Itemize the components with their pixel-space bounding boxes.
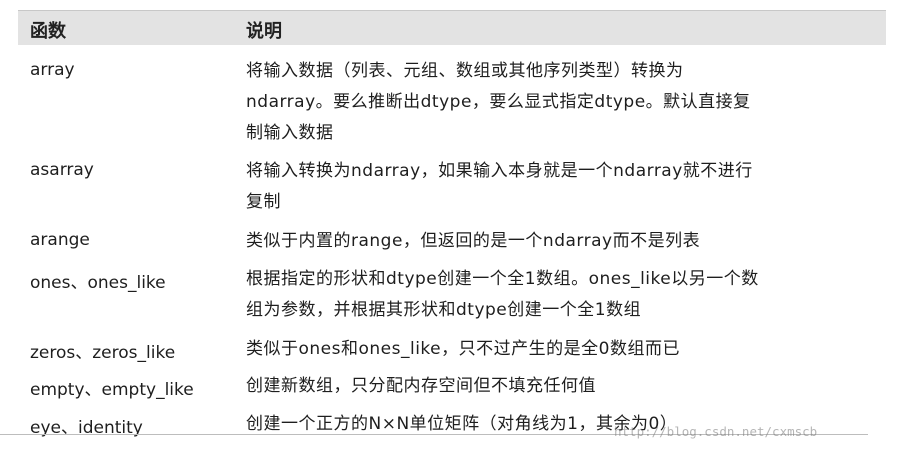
description-line: 类似于内置的range，但返回的是一个ndarray而不是列表 xyxy=(246,231,701,251)
function-name: asarray xyxy=(30,160,94,180)
watermark-text: http://blog.csdn.net/cxmscb xyxy=(614,424,818,439)
description-line: 类似于ones和ones_like，只不过产生的是全0数组而已 xyxy=(246,339,680,359)
function-name: empty、empty_like xyxy=(30,380,194,400)
description-line: 将输入数据（列表、元组、数组或其他序列类型）转换为 xyxy=(246,61,684,81)
function-name: arange xyxy=(30,230,90,250)
description-line: 复制 xyxy=(246,192,281,212)
function-name: array xyxy=(30,60,75,80)
function-name: zeros、zeros_like xyxy=(30,343,176,363)
description-line: 创建新数组，只分配内存空间但不填充任何值 xyxy=(246,376,596,396)
function-table: 函数 说明 array 将输入数据（列表、元组、数组或其他序列类型）转换为 nd… xyxy=(18,10,886,438)
function-name: ones、ones_like xyxy=(30,273,166,293)
description-line: ndarray。要么推断出dtype，要么显式指定dtype。默认直接复 xyxy=(246,92,751,112)
function-description: 类似于ones和ones_like，只不过产生的是全0数组而已 xyxy=(246,334,886,365)
header-function: 函数 xyxy=(30,21,66,42)
function-description: 创建新数组，只分配内存空间但不填充任何值 xyxy=(246,371,886,402)
function-description: 将输入数据（列表、元组、数组或其他序列类型）转换为 ndarray。要么推断出d… xyxy=(246,56,886,149)
header-description: 说明 xyxy=(246,21,282,42)
table-header: 函数 说明 xyxy=(18,10,886,45)
description-line: 组为参数，并根据其形状和dtype创建一个全1数组 xyxy=(246,300,642,320)
description-line: 根据指定的形状和dtype创建一个全1数组。ones_like以另一个数 xyxy=(246,269,759,289)
function-description: 根据指定的形状和dtype创建一个全1数组。ones_like以另一个数 组为参… xyxy=(246,264,886,326)
function-description: 将输入转换为ndarray，如果输入本身就是一个ndarray就不进行 复制 xyxy=(246,156,886,218)
function-description: 类似于内置的range，但返回的是一个ndarray而不是列表 xyxy=(246,226,886,257)
description-line: 将输入转换为ndarray，如果输入本身就是一个ndarray就不进行 xyxy=(246,161,753,181)
description-line: 制输入数据 xyxy=(246,123,334,143)
